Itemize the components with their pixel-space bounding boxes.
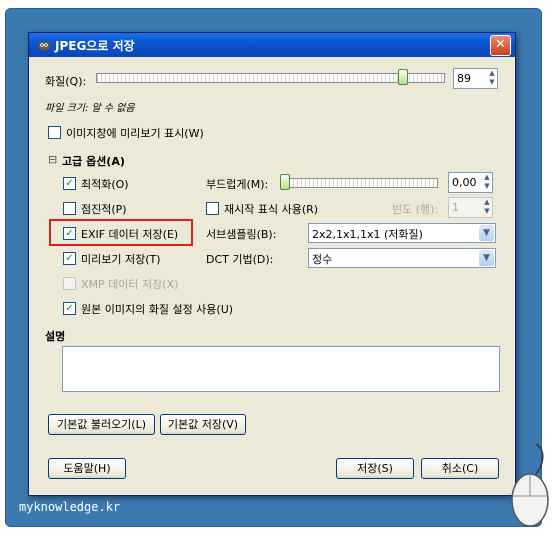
smoothing-value: 0,00	[452, 176, 477, 189]
subsampling-select[interactable]: 2x2,1x1,1x1 (저화질) ▼	[308, 223, 496, 243]
save-thumbnail-checkbox[interactable]: ✓	[63, 252, 76, 265]
smoothing-slider[interactable]	[280, 178, 438, 188]
advanced-options-label[interactable]: 고급 옵션(A)	[62, 153, 125, 169]
chevron-down-icon[interactable]: ▼	[479, 250, 494, 266]
subsampling-label: 서브샘플링(B):	[206, 228, 277, 241]
quality-value: 89	[457, 72, 471, 85]
smoothing-label: 부드럽게(M):	[206, 178, 269, 191]
preview-in-window-checkbox[interactable]	[48, 126, 61, 139]
spin-arrows-icon[interactable]: ▲ ▼	[487, 69, 497, 88]
cancel-button[interactable]: 취소(C)	[421, 458, 499, 479]
preview-in-window-label: 이미지창에 미리보기 표시(W)	[66, 127, 204, 140]
title-bar[interactable]: JPEG으로 저장 ✕	[29, 33, 515, 57]
subsampling-value: 2x2,1x1,1x1 (저화질)	[312, 228, 423, 241]
expander-icon[interactable]: ⊟	[48, 153, 57, 166]
restart-markers-checkbox[interactable]	[206, 202, 219, 215]
progressive-checkbox[interactable]	[63, 202, 76, 215]
dct-method-select[interactable]: 정수 ▼	[308, 248, 496, 268]
quality-label: 화질(Q):	[45, 75, 87, 88]
chevron-down-icon[interactable]: ▼	[479, 225, 494, 241]
save-defaults-button[interactable]: 기본값 저장(V)	[160, 414, 246, 435]
use-original-quality-label: 원본 이미지의 화질 설정 사용(U)	[81, 303, 234, 316]
save-exif-label: EXIF 데이터 저장(E)	[81, 228, 179, 241]
optimize-label: 최적화(O)	[81, 178, 129, 191]
comment-textarea[interactable]	[62, 346, 500, 392]
window-title: JPEG으로 저장	[55, 39, 135, 53]
quality-spinbox[interactable]: 89 ▲ ▼	[453, 68, 498, 89]
spin-arrows-icon[interactable]: ▲ ▼	[482, 198, 492, 217]
restart-markers-label: 재시작 표식 사용(R)	[224, 203, 319, 216]
save-xmp-checkbox[interactable]	[63, 277, 76, 290]
smoothing-slider-thumb[interactable]	[280, 174, 290, 190]
frequency-value: 1	[452, 201, 459, 214]
gimp-icon	[38, 41, 50, 51]
save-button[interactable]: 저장(S)	[336, 458, 414, 479]
close-button[interactable]: ✕	[490, 35, 511, 56]
use-original-quality-checkbox[interactable]: ✓	[63, 302, 76, 315]
frequency-label: 빈도 (행):	[392, 203, 439, 216]
dct-method-value: 정수	[312, 253, 333, 266]
watermark-text: myknowledge.kr	[19, 500, 121, 514]
progressive-label: 점진적(P)	[81, 203, 127, 216]
save-as-jpeg-dialog: JPEG으로 저장 ✕ 화질(Q): 89 ▲ ▼ 파일 크기: 알 수 없음 이…	[28, 32, 516, 496]
quality-slider-thumb[interactable]	[398, 69, 408, 85]
quality-slider[interactable]	[96, 73, 445, 83]
file-size-text: 파일 크기: 알 수 없음	[45, 103, 135, 114]
save-xmp-label: XMP 데이터 저장(X)	[81, 278, 179, 291]
optimize-checkbox[interactable]: ✓	[63, 177, 76, 190]
spin-arrows-icon[interactable]: ▲ ▼	[482, 173, 492, 192]
save-exif-checkbox[interactable]: ✓	[63, 227, 76, 240]
dct-method-label: DCT 기법(D):	[206, 253, 274, 266]
help-button[interactable]: 도움말(H)	[48, 458, 126, 479]
mouse-icon	[511, 443, 549, 527]
frequency-spinbox[interactable]: 1 ▲ ▼	[448, 197, 493, 218]
load-defaults-button[interactable]: 기본값 불러오기(L)	[48, 414, 155, 435]
save-thumbnail-label: 미리보기 저장(T)	[81, 253, 161, 266]
smoothing-spinbox[interactable]: 0,00 ▲ ▼	[448, 172, 493, 193]
comment-label: 설명	[45, 330, 66, 343]
